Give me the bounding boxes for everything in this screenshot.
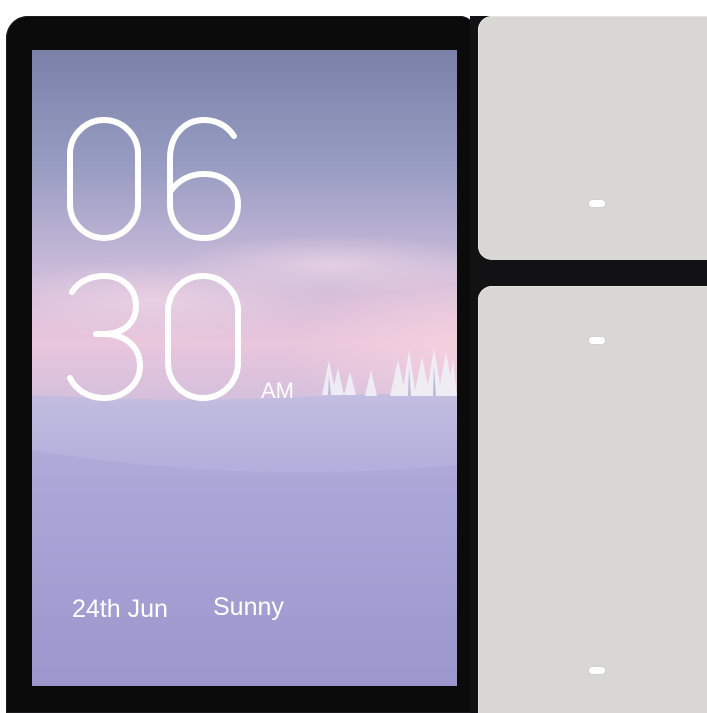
clock-period: AM (261, 378, 294, 403)
indicator-light-icon (589, 667, 605, 674)
bottom-switch-button[interactable] (478, 286, 707, 713)
smart-home-panel: 06 30 AM 24th Jun Sunny (0, 0, 707, 713)
indicator-light-icon (589, 200, 605, 207)
clock-digits-outline (67, 117, 241, 401)
lock-screen[interactable]: 06 30 AM 24th Jun Sunny (32, 50, 457, 686)
top-switch-button[interactable] (478, 16, 707, 260)
date-label: 24th Jun (72, 595, 168, 623)
indicator-light-icon (589, 337, 605, 344)
weather-label: Sunny (213, 593, 284, 621)
